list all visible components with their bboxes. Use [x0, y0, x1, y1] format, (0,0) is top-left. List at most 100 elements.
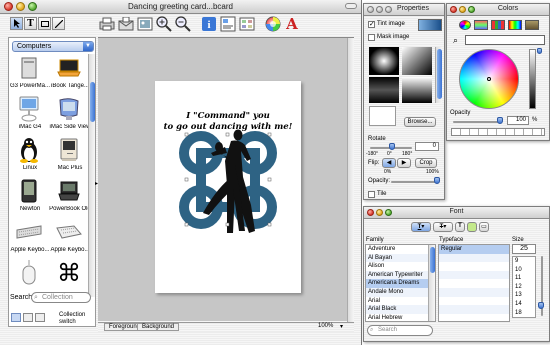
font-titlebar[interactable]: Font: [364, 207, 549, 219]
library-item[interactable]: iMac Side View: [50, 95, 90, 134]
minimize-button[interactable]: [459, 6, 466, 13]
rectangle-tool-button[interactable]: [38, 17, 51, 30]
font-family-item[interactable]: Arial: [366, 297, 435, 306]
properties-titlebar[interactable]: Properties: [364, 4, 444, 16]
tint-color-well[interactable]: [418, 19, 442, 31]
library-scrollbar[interactable]: [88, 54, 95, 297]
text-underline-menu[interactable]: T▾: [411, 222, 431, 232]
library-item[interactable]: Apple Keybo...: [50, 218, 90, 257]
font-size-item[interactable]: 12: [513, 283, 535, 292]
mask-swatch[interactable]: [402, 77, 432, 103]
spectrum-mode-icon[interactable]: [508, 20, 522, 30]
font-size-item[interactable]: 18: [513, 309, 535, 317]
color-swatches-tray[interactable]: [451, 128, 545, 136]
inspector-button[interactable]: [219, 15, 237, 33]
library-item[interactable]: Linux: [11, 136, 47, 175]
font-family-item[interactable]: Alison: [366, 262, 435, 271]
font-size-list[interactable]: 9 10 11 12 13 14 18: [512, 256, 536, 318]
color-opacity-slider[interactable]: [453, 121, 501, 123]
current-color-well[interactable]: [465, 35, 545, 45]
typeface-item-selected[interactable]: Regular: [439, 245, 509, 254]
text-tool-button[interactable]: T: [24, 17, 37, 30]
browse-button[interactable]: Browse...: [404, 117, 436, 127]
sliders-mode-icon[interactable]: [474, 20, 488, 30]
font-size-item[interactable]: 9: [513, 257, 535, 266]
greeting-card-page[interactable]: I "Command" you to go out dancing with m…: [155, 81, 301, 293]
arrow-tool-button[interactable]: [10, 17, 23, 30]
line-tool-button[interactable]: [52, 17, 65, 30]
send-button[interactable]: [117, 15, 135, 33]
colors-titlebar[interactable]: Colors: [447, 4, 549, 16]
library-item[interactable]: PowerBook Old: [49, 177, 91, 216]
font-family-item-selected[interactable]: Americana Dreams: [366, 279, 435, 288]
library-item[interactable]: iMac G4: [11, 95, 47, 134]
close-button[interactable]: [367, 6, 374, 13]
font-family-item[interactable]: Al Bayan: [366, 253, 435, 263]
mask-swatch[interactable]: [369, 47, 399, 75]
crayons-mode-icon[interactable]: [525, 20, 539, 30]
font-size-item[interactable]: 14: [513, 300, 535, 309]
font-family-item[interactable]: American Typewriter: [366, 270, 435, 280]
magnifier-icon[interactable]: ⌕: [453, 35, 463, 45]
mask-image-checkbox[interactable]: [368, 34, 375, 41]
rotate-value-field[interactable]: 0: [415, 142, 439, 151]
canvas-vertical-scrollbar[interactable]: [347, 38, 354, 322]
library-item[interactable]: Apple Keybo...: [10, 218, 50, 257]
family-scrollbar[interactable]: [428, 245, 435, 321]
font-size-item[interactable]: 11: [513, 274, 535, 283]
font-family-item[interactable]: Arial Hebrew: [366, 314, 435, 321]
font-family-item[interactable]: Arial Black: [366, 305, 435, 314]
color-opacity-slider-knob[interactable]: [497, 117, 503, 124]
list-view-button[interactable]: [11, 313, 21, 322]
info-button[interactable]: i: [200, 15, 218, 33]
flip-horizontal-button[interactable]: ◀: [382, 158, 396, 168]
fonts-button[interactable]: A: [283, 15, 301, 33]
document-color-button[interactable]: [467, 222, 477, 232]
crop-button[interactable]: Crop: [415, 158, 437, 168]
font-size-item[interactable]: 13: [513, 291, 535, 300]
mask-scrollbar[interactable]: [435, 47, 442, 103]
shadow-button[interactable]: ▭: [479, 222, 489, 232]
zoom-out-button[interactable]: [174, 15, 192, 33]
rotate-slider-knob[interactable]: [389, 143, 395, 150]
canvas-area[interactable]: I "Command" you to go out dancing with m…: [98, 37, 354, 322]
library-item[interactable]: G3 PowerMa...: [10, 54, 50, 93]
main-titlebar[interactable]: Dancing greeting card...bcard: [0, 0, 361, 14]
font-size-slider-knob[interactable]: [538, 302, 544, 309]
brightness-slider[interactable]: [529, 49, 536, 109]
color-opacity-field[interactable]: 100: [507, 116, 529, 125]
browser-button[interactable]: [238, 15, 256, 33]
color-wheel-mode-icon[interactable]: [459, 20, 471, 30]
dancing-command-artwork[interactable]: [155, 81, 301, 293]
library-item[interactable]: Newton: [11, 177, 47, 216]
zoom-menu-chevron-icon[interactable]: ▾: [340, 323, 343, 330]
colors-button[interactable]: [264, 15, 282, 33]
library-scroll-thumb[interactable]: [90, 82, 95, 122]
opacity-slider-knob[interactable]: [434, 177, 440, 184]
mask-swatch[interactable]: [402, 47, 432, 75]
brightness-slider-knob[interactable]: [537, 48, 542, 54]
font-search-input[interactable]: ⌕ Search: [367, 325, 433, 336]
color-wheel-cursor[interactable]: [487, 77, 491, 81]
flip-vertical-button[interactable]: ▶: [397, 158, 411, 168]
tint-image-checkbox[interactable]: ✓: [368, 21, 375, 28]
mask-swatch[interactable]: [369, 77, 399, 103]
detail-view-button[interactable]: [35, 313, 45, 322]
font-family-list[interactable]: Adventure Al Bayan Alison American Typew…: [365, 244, 436, 322]
font-family-item[interactable]: Andale Mono: [366, 287, 435, 297]
font-family-item[interactable]: Adventure: [366, 245, 435, 254]
library-search-input[interactable]: ⌕ Collection: [31, 292, 91, 303]
print-button[interactable]: [98, 15, 116, 33]
library-item[interactable]: Mac Plus: [51, 136, 87, 175]
tab-background[interactable]: Background: [137, 323, 180, 331]
picture-button[interactable]: [136, 15, 154, 33]
opacity-slider[interactable]: [391, 181, 439, 183]
close-button[interactable]: [450, 6, 457, 13]
zoom-in-button[interactable]: [155, 15, 173, 33]
zoom-level[interactable]: 100%: [318, 323, 333, 329]
text-strikethrough-menu[interactable]: T▾: [433, 222, 453, 232]
palettes-mode-icon[interactable]: [491, 20, 505, 30]
tile-checkbox[interactable]: [368, 191, 375, 198]
grid-view-button[interactable]: [23, 313, 33, 322]
text-color-button[interactable]: T: [455, 222, 465, 232]
